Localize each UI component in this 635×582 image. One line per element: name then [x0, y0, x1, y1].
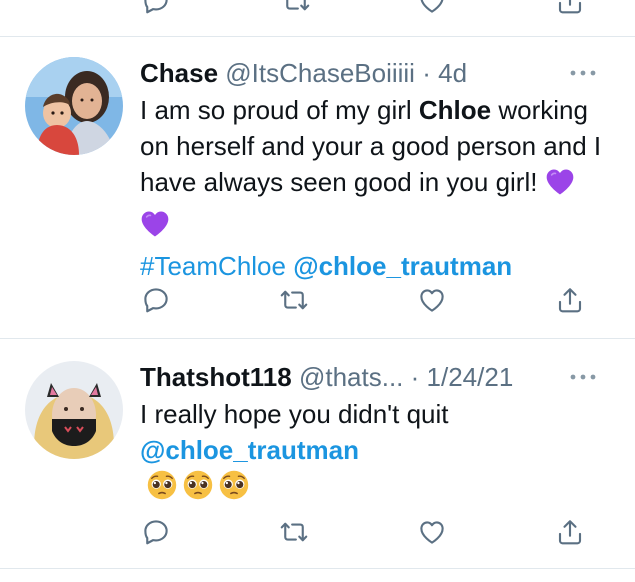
like-icon[interactable] — [417, 0, 447, 16]
purple-heart-icon — [545, 167, 575, 206]
pleading-face-icon — [218, 469, 250, 510]
tweet[interactable]: Thatshot118 @thats... · 1/24/21 I really… — [0, 339, 635, 569]
share-icon[interactable] — [555, 285, 585, 315]
tweet-text-part: I really hope you didn't quit — [140, 399, 449, 429]
like-icon[interactable] — [417, 285, 447, 315]
reply-icon[interactable] — [141, 0, 171, 16]
author-handle[interactable]: @ItsChaseBoiiiii — [225, 58, 415, 88]
author-name[interactable]: Chase — [140, 58, 218, 88]
meta-separator: · — [422, 58, 431, 88]
more-options-icon[interactable] — [568, 67, 598, 79]
author-name[interactable]: Thatshot118 — [140, 362, 292, 392]
previous-tweet-actions — [0, 0, 635, 16]
pleading-face-icon — [146, 469, 178, 510]
retweet-icon[interactable] — [281, 0, 311, 16]
tweet[interactable]: Chase @ItsChaseBoiiiii · 4d I am so prou… — [0, 37, 635, 338]
tweet-divider — [0, 568, 635, 569]
more-options-icon[interactable] — [568, 371, 598, 383]
meta-separator: · — [410, 362, 420, 392]
tweet-header: Thatshot118 @thats... · 1/24/21 — [140, 362, 513, 392]
tweet-header: Chase @ItsChaseBoiiiii · 4d — [140, 58, 467, 88]
avatar[interactable] — [25, 57, 123, 155]
tweet-text-bold: Chloe — [418, 95, 492, 125]
tweet-time[interactable]: 1/24/21 — [427, 362, 514, 392]
avatar[interactable] — [25, 361, 123, 459]
author-handle[interactable]: @thats... — [299, 362, 403, 392]
retweet-icon[interactable] — [279, 517, 309, 547]
tweet-text: I am so proud of my girl Chloe working o… — [140, 92, 610, 284]
retweet-icon[interactable] — [279, 285, 309, 315]
hashtag-link[interactable]: #TeamChloe — [140, 251, 286, 281]
purple-heart-icon — [140, 209, 170, 248]
reply-icon[interactable] — [141, 285, 171, 315]
mention-link[interactable]: @chloe_trautman — [293, 251, 512, 281]
share-icon[interactable] — [555, 0, 585, 16]
pleading-face-icon — [182, 469, 214, 510]
reply-icon[interactable] — [141, 517, 171, 547]
tweet-time[interactable]: 4d — [438, 58, 467, 88]
share-icon[interactable] — [555, 517, 585, 547]
tweet-text-part: I am so proud of my girl — [140, 95, 419, 125]
like-icon[interactable] — [417, 517, 447, 547]
mention-link[interactable]: @chloe_trautman — [140, 435, 359, 465]
tweet-text: I really hope you didn't quit @chloe_tra… — [140, 396, 610, 510]
